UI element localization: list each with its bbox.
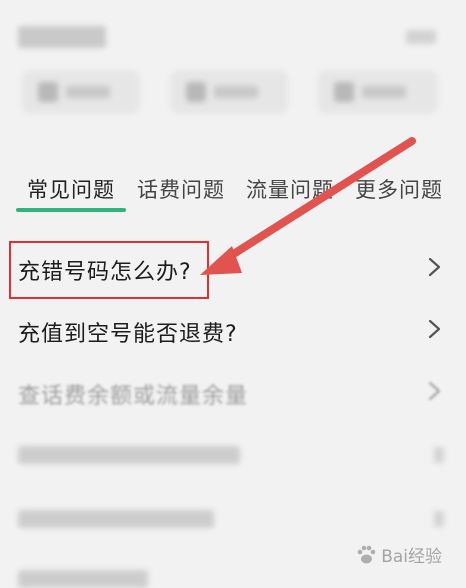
blurred-faq-item[interactable] xyxy=(18,446,240,464)
tab-more-questions[interactable]: 更多问题 xyxy=(355,174,443,204)
faq-item-label: 充值到空号能否退费? xyxy=(18,322,238,347)
chevron-right-icon xyxy=(428,319,441,339)
chip-icon xyxy=(38,82,58,102)
top-blurred-section xyxy=(0,0,466,140)
blurred-faq-item[interactable] xyxy=(18,570,148,588)
faq-tabs: 常见问题 话费问题 流量问题 更多问题 xyxy=(0,160,466,216)
quick-action-chip[interactable] xyxy=(22,70,140,114)
tab-data-questions[interactable]: 流量问题 xyxy=(246,174,334,204)
tab-billing-questions[interactable]: 话费问题 xyxy=(137,174,225,204)
watermark-text: Bai经验 xyxy=(381,547,442,567)
chevron-right-icon xyxy=(434,447,444,463)
chip-icon xyxy=(334,82,354,102)
active-tab-indicator xyxy=(16,208,126,212)
chevron-right-icon xyxy=(428,381,441,401)
faq-item-label: 查话费余额或流量余量 xyxy=(18,384,249,409)
watermark-logo: Bai经验 xyxy=(355,542,442,567)
chip-icon xyxy=(186,82,206,102)
paw-icon xyxy=(357,545,376,563)
faq-item-balance-query[interactable]: 查话费余额或流量余量 xyxy=(0,362,466,424)
chevron-right-icon xyxy=(428,257,441,277)
section-title-placeholder xyxy=(18,26,106,48)
quick-action-chip[interactable] xyxy=(318,70,438,114)
quick-action-chip[interactable] xyxy=(170,70,288,114)
tab-common-questions[interactable]: 常见问题 xyxy=(27,174,115,204)
chevron-right-icon xyxy=(434,511,444,527)
blurred-faq-item[interactable] xyxy=(18,510,214,528)
faq-item-empty-number-refund[interactable]: 充值到空号能否退费? xyxy=(0,300,466,362)
more-link-placeholder[interactable] xyxy=(406,30,436,44)
annotation-highlight-box xyxy=(9,241,209,299)
